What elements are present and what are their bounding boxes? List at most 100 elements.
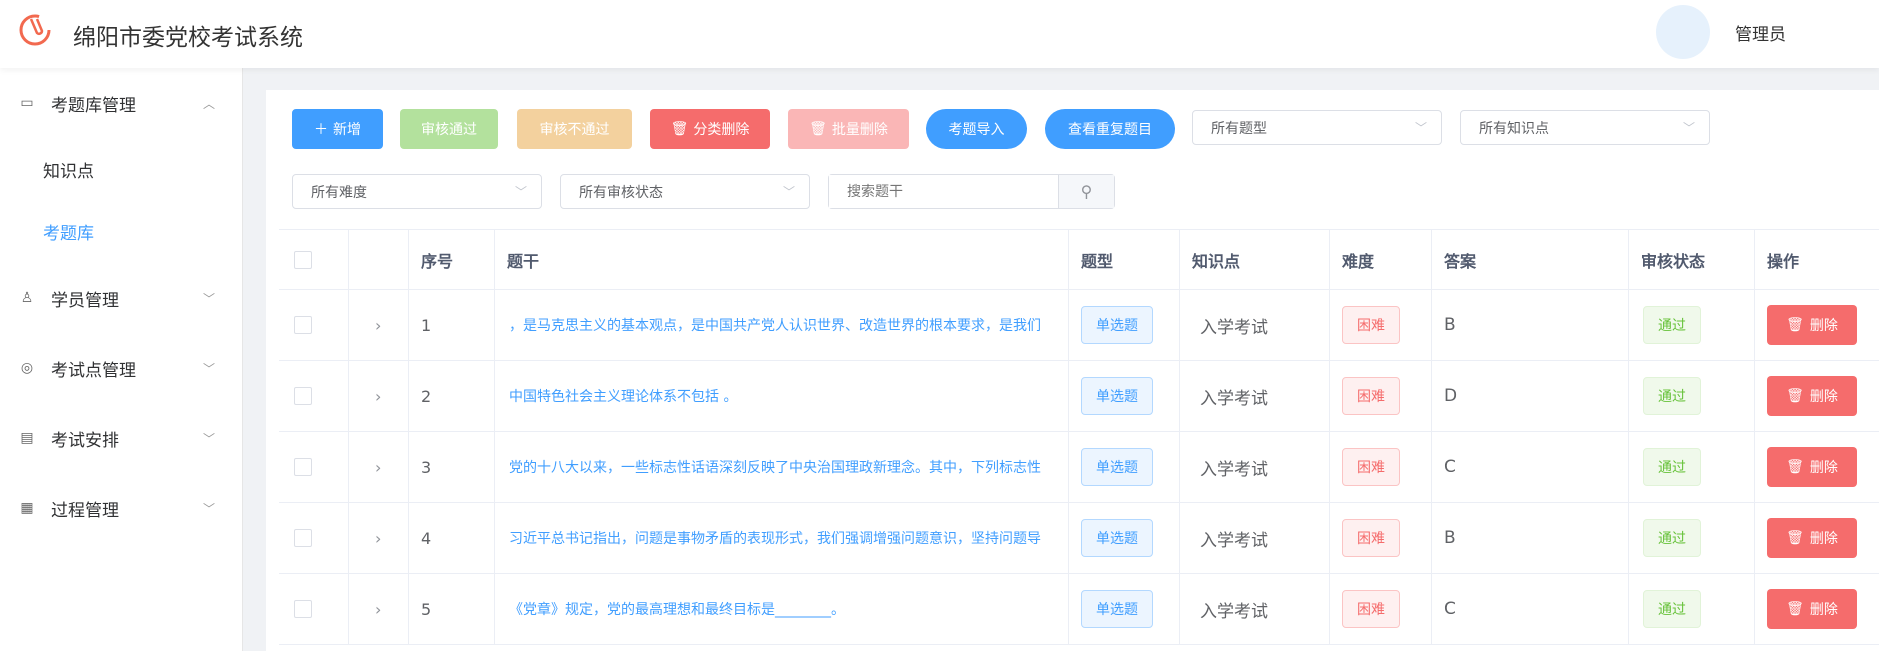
trash-icon: 🗑 [809, 121, 827, 137]
question-type-select[interactable]: 所有题型 ﹀ [1192, 110, 1442, 145]
search-icon: ⚲ [1080, 182, 1093, 201]
view-duplicates-button[interactable]: 查看重复题目 [1045, 109, 1175, 149]
row-no: 3 [409, 432, 495, 502]
row-checkbox[interactable] [294, 458, 312, 476]
type-tag: 单选题 [1081, 519, 1153, 557]
knowledge-point-select[interactable]: 所有知识点 ﹀ [1460, 110, 1710, 145]
avatar[interactable] [1656, 5, 1710, 59]
approve-button[interactable]: 审核通过 [400, 109, 498, 149]
app-title: 绵阳市委党校考试系统 [73, 25, 303, 51]
status-badge: 通过 [1643, 519, 1701, 557]
sidebar: ▭ 考题库管理 ︿ 知识点 考题库 ♙ 学员管理 ﹀ ◎ 考试点管理 ﹀ ▤ 考… [0, 68, 243, 651]
question-stem-link[interactable]: 中国特色社会主义理论体系不包括 。 [495, 361, 1069, 431]
header-no: 序号 [409, 230, 495, 289]
trash-icon: 🗑 [1786, 317, 1804, 333]
delete-button[interactable]: 🗑 删除 [1767, 447, 1857, 487]
type-tag: 单选题 [1081, 306, 1153, 344]
delete-button[interactable]: 🗑 删除 [1767, 376, 1857, 416]
difficulty-tag: 困难 [1342, 448, 1400, 486]
delete-button[interactable]: 🗑 删除 [1767, 589, 1857, 629]
header-action: 操作 [1767, 251, 1800, 271]
import-questions-button[interactable]: 考题导入 [926, 109, 1027, 149]
grid-icon: ▦ [20, 500, 34, 516]
sidebar-item-exam-site-management[interactable]: ◎ 考试点管理 ﹀ [0, 343, 243, 393]
expand-chevron-icon[interactable]: › [349, 361, 409, 431]
knowledge-point: 入学考试 [1180, 290, 1330, 360]
trash-icon: 🗑 [1786, 459, 1804, 475]
chevron-down-icon: ﹀ [1682, 121, 1695, 135]
answer: B [1432, 503, 1629, 573]
header-status: 审核状态 [1629, 230, 1755, 289]
batch-delete-button[interactable]: 🗑 批量删除 [788, 109, 909, 149]
search-button[interactable]: ⚲ [1058, 175, 1114, 208]
expand-chevron-icon[interactable]: › [349, 290, 409, 360]
difficulty-tag: 困难 [1342, 306, 1400, 344]
expand-chevron-icon[interactable]: › [349, 432, 409, 502]
header-stem: 题干 [495, 230, 1069, 289]
expand-chevron-icon[interactable]: › [349, 574, 409, 644]
chevron-down-icon: ﹀ [782, 185, 795, 199]
table-row: › 2 中国特色社会主义理论体系不包括 。 单选题 入学考试 困难 D 通过 🗑… [279, 361, 1879, 432]
trash-icon: 🗑 [1786, 388, 1804, 404]
status-badge: 通过 [1643, 306, 1701, 344]
status-badge: 通过 [1643, 377, 1701, 415]
user-name[interactable]: 管理员 [1735, 20, 1786, 45]
difficulty-tag: 困难 [1342, 590, 1400, 628]
trash-icon: 🗑 [1786, 601, 1804, 617]
folder-icon: ▭ [20, 95, 34, 111]
row-checkbox[interactable] [294, 316, 312, 334]
knowledge-point: 入学考试 [1180, 503, 1330, 573]
sidebar-item-process-management[interactable]: ▦ 过程管理 ﹀ [0, 483, 243, 533]
delete-button[interactable]: 🗑 删除 [1767, 518, 1857, 558]
type-tag: 单选题 [1081, 448, 1153, 486]
type-tag: 单选题 [1081, 590, 1153, 628]
plus-icon: ＋ [314, 122, 328, 138]
review-status-select[interactable]: 所有审核状态 ﹀ [560, 174, 810, 209]
difficulty-tag: 困难 [1342, 377, 1400, 415]
status-badge: 通过 [1643, 590, 1701, 628]
delete-category-button[interactable]: 🗑 分类删除 [650, 109, 770, 149]
chevron-down-icon: ﹀ [203, 501, 216, 516]
table-header-row: 序号 题干 题型 知识点 难度 答案 审核状态 操作 [279, 229, 1879, 290]
chevron-up-icon: ︿ [203, 96, 216, 111]
knowledge-point: 入学考试 [1180, 361, 1330, 431]
question-stem-link[interactable]: 《党章》规定，党的最高理想和最终目标是________。 [495, 574, 1069, 644]
header-answer: 答案 [1432, 230, 1629, 289]
select-all-checkbox[interactable] [294, 250, 312, 269]
sidebar-item-knowledge-points[interactable]: 知识点 [43, 157, 94, 182]
row-checkbox[interactable] [294, 387, 312, 405]
trash-icon: 🗑 [1786, 530, 1804, 546]
sidebar-item-student-management[interactable]: ♙ 学员管理 ﹀ [0, 273, 243, 323]
header-type: 题型 [1069, 230, 1180, 289]
row-checkbox[interactable] [294, 529, 312, 547]
row-checkbox[interactable] [294, 600, 312, 618]
table-row: › 4 习近平总书记指出，问题是事物矛盾的表现形式，我们强调增强问题意识，坚持问… [279, 503, 1879, 574]
delete-button[interactable]: 🗑 删除 [1767, 305, 1857, 345]
header-knowledge: 知识点 [1180, 230, 1330, 289]
expand-chevron-icon[interactable]: › [349, 503, 409, 573]
knowledge-point: 入学考试 [1180, 432, 1330, 502]
chevron-down-icon: ﹀ [203, 361, 216, 376]
logo-icon [19, 14, 51, 46]
question-stem-link[interactable]: ，是马克思主义的基本观点，是中国共产党人认识世界、改造世界的根本要求，是我们 [495, 290, 1069, 360]
chevron-down-icon: ﹀ [514, 185, 527, 199]
answer: D [1432, 361, 1629, 431]
location-icon: ◎ [20, 360, 34, 376]
question-stem-link[interactable]: 党的十八大以来，一些标志性话语深刻反映了中央治国理政新理念。其中，下列标志性 [495, 432, 1069, 502]
user-icon: ♙ [20, 290, 34, 306]
header-difficulty: 难度 [1330, 230, 1432, 289]
search-input[interactable] [829, 175, 1058, 208]
difficulty-tag: 困难 [1342, 519, 1400, 557]
trash-icon: 🗑 [670, 121, 689, 137]
question-stem-link[interactable]: 习近平总书记指出，问题是事物矛盾的表现形式，我们强调增强问题意识，坚持问题导 [495, 503, 1069, 573]
knowledge-point: 入学考试 [1180, 574, 1330, 644]
sidebar-item-question-bank[interactable]: 考题库 [43, 219, 94, 244]
sidebar-item-question-bank-management[interactable]: ▭ 考题库管理 ︿ [0, 78, 243, 128]
sidebar-item-exam-schedule[interactable]: ▤ 考试安排 ﹀ [0, 413, 243, 463]
chevron-down-icon: ﹀ [1414, 121, 1427, 135]
table-row: › 3 党的十八大以来，一些标志性话语深刻反映了中央治国理政新理念。其中，下列标… [279, 432, 1879, 503]
difficulty-select[interactable]: 所有难度 ﹀ [292, 174, 542, 209]
add-button[interactable]: ＋新增 [292, 109, 383, 149]
reject-button[interactable]: 审核不通过 [517, 109, 632, 149]
answer: B [1432, 290, 1629, 360]
